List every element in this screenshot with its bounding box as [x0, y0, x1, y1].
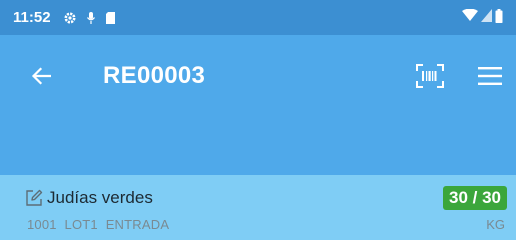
toolbar-extension [0, 117, 516, 175]
status-right-icons [462, 8, 503, 27]
item-meta: 1001 LOT1 ENTRADA [27, 217, 173, 232]
barcode-scan-icon[interactable] [413, 60, 447, 92]
item-code: 1001 [27, 217, 57, 232]
sd-card-icon [105, 11, 116, 25]
battery-icon [495, 8, 503, 27]
page-title: RE00003 [103, 62, 206, 89]
item-type: ENTRADA [105, 217, 170, 232]
edit-icon[interactable] [25, 189, 43, 207]
arrow-left-icon[interactable] [26, 61, 56, 91]
status-time: 11:52 [13, 9, 51, 26]
item-lot: LOT1 [64, 217, 98, 232]
item-unit: KG [486, 217, 505, 232]
wifi-icon [462, 8, 478, 26]
mic-icon [86, 11, 96, 25]
hamburger-menu-icon[interactable] [474, 60, 506, 92]
quantity-badge: 30 / 30 [443, 186, 507, 210]
status-bar: 11:52 [0, 0, 516, 35]
app-bar: RE00003 [0, 35, 516, 117]
signal-icon [481, 9, 492, 26]
item-name: Judías verdes [47, 188, 153, 207]
gear-icon [63, 11, 77, 25]
